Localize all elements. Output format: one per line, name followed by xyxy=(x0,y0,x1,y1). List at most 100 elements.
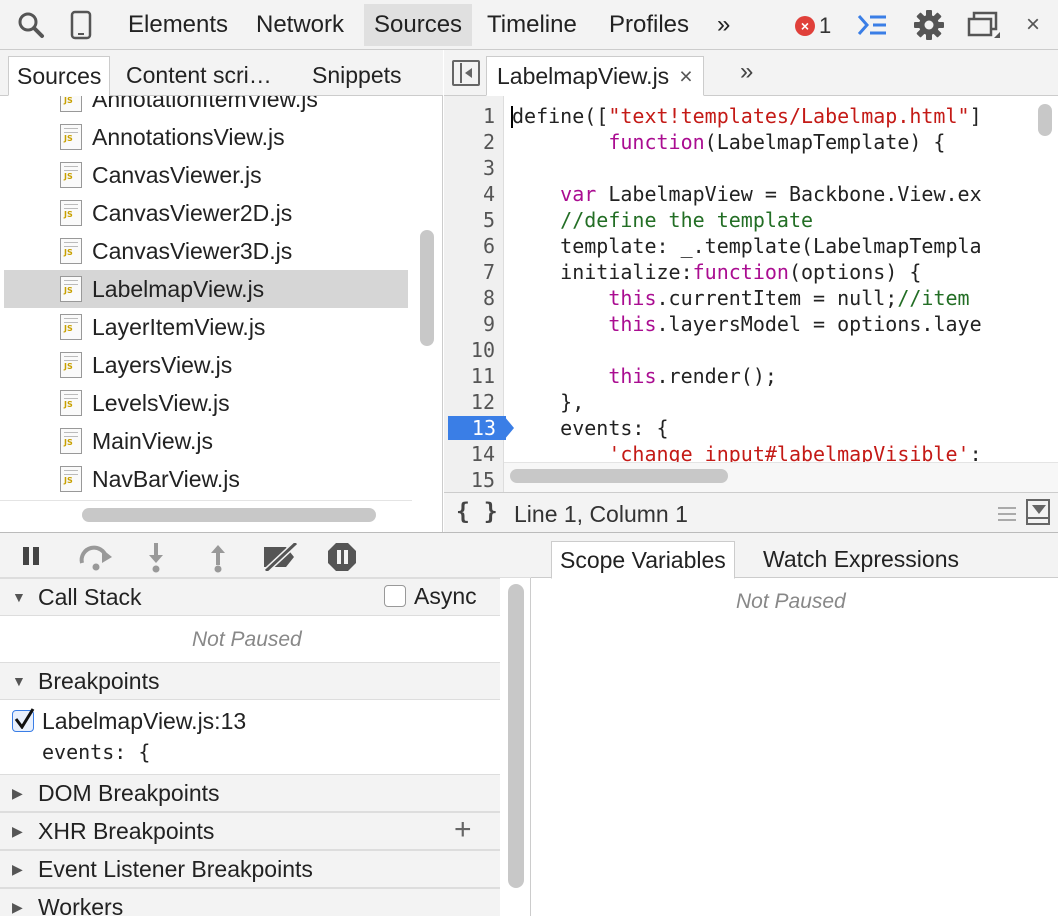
editor-vertical-scrollbar[interactable] xyxy=(1038,104,1052,136)
scope-watch-pane: Scope Variables Watch Expressions Not Pa… xyxy=(531,532,1058,916)
line-number[interactable]: 8 xyxy=(483,286,495,310)
debugger-toolbar xyxy=(0,532,531,578)
collapse-triangle-icon: ▼ xyxy=(12,589,26,605)
file-name: CanvasViewer.js xyxy=(92,161,262,188)
breakpoint-marker[interactable]: 13 xyxy=(448,416,514,440)
tab-scope-variables[interactable]: Scope Variables xyxy=(551,541,735,579)
tab-sources[interactable]: Sources xyxy=(364,4,473,46)
file-item[interactable]: AnnotationsView.js xyxy=(4,118,408,156)
event-listener-breakpoints-header[interactable]: ▶ Event Listener Breakpoints xyxy=(0,850,500,888)
breakpoint-location[interactable]: LabelmapView.js:13 xyxy=(42,708,246,735)
list-icon[interactable] xyxy=(998,505,1016,521)
step-into-icon[interactable] xyxy=(146,541,166,573)
file-item[interactable]: NavBarView.js xyxy=(4,460,408,498)
file-tree: AnnotationItemView.js AnnotationsView.js… xyxy=(0,96,443,532)
line-number[interactable]: 3 xyxy=(483,156,495,180)
file-item[interactable]: MainView.js xyxy=(4,422,408,460)
breakpoint-checkbox[interactable] xyxy=(12,708,35,732)
line-number[interactable]: 2 xyxy=(483,130,495,154)
file-name: LabelmapView.js xyxy=(92,275,265,302)
console-drawer-icon[interactable] xyxy=(855,8,889,42)
line-number[interactable]: 5 xyxy=(483,208,495,232)
step-out-icon[interactable] xyxy=(208,541,228,573)
workers-header[interactable]: ▶ Workers xyxy=(0,888,500,916)
toggle-navigator-icon[interactable] xyxy=(452,60,480,86)
expand-triangle-icon: ▶ xyxy=(12,898,23,915)
file-item[interactable]: CanvasViewer3D.js xyxy=(4,232,408,270)
editor-horizontal-scrollbar[interactable] xyxy=(510,469,728,483)
file-item[interactable]: LevelsView.js xyxy=(4,384,408,422)
dock-side-icon[interactable] xyxy=(966,8,1000,42)
tab-timeline[interactable]: Timeline xyxy=(477,4,587,46)
search-icon[interactable] xyxy=(14,8,48,42)
checkmark-icon xyxy=(14,708,35,729)
line-number[interactable]: 7 xyxy=(483,260,495,284)
vertical-scrollbar[interactable] xyxy=(420,230,434,346)
line-number[interactable]: 10 xyxy=(471,338,495,362)
line-number[interactable]: 1 xyxy=(483,104,495,128)
line-number[interactable]: 15 xyxy=(471,468,495,492)
async-checkbox[interactable] xyxy=(384,585,406,607)
line-number[interactable]: 12 xyxy=(471,390,495,414)
deactivate-breakpoints-icon[interactable] xyxy=(260,543,300,571)
tab-snippets[interactable]: Snippets xyxy=(304,56,410,96)
pause-icon[interactable] xyxy=(22,547,42,565)
js-file-icon xyxy=(60,276,82,302)
breakpoints-header[interactable]: ▼ Breakpoints xyxy=(0,662,500,700)
file-item[interactable]: AnnotationItemView.js xyxy=(4,96,408,118)
file-item-selected[interactable]: LabelmapView.js xyxy=(4,270,408,308)
breakpoint-code: events: { xyxy=(42,740,151,764)
gear-icon[interactable] xyxy=(912,8,946,42)
scope-status: Not Paused xyxy=(736,590,846,613)
dom-breakpoints-header[interactable]: ▶ DOM Breakpoints xyxy=(0,774,500,812)
tab-close-icon[interactable]: × xyxy=(679,63,692,90)
tab-network[interactable]: Network xyxy=(246,4,354,46)
file-item[interactable]: CanvasViewer2D.js xyxy=(4,194,408,232)
horizontal-scrollbar[interactable] xyxy=(82,508,376,522)
code-line: this.currentItem = null;//item xyxy=(608,286,970,310)
step-over-icon[interactable] xyxy=(78,543,114,571)
tab-content-scripts[interactable]: Content scri… xyxy=(118,56,280,96)
debugger-sidebar: ▼ Call Stack Async Not Paused ▼ Breakpoi… xyxy=(0,578,531,916)
error-icon: × xyxy=(795,16,815,36)
js-file-icon xyxy=(60,96,82,112)
line-number[interactable]: 11 xyxy=(471,364,495,388)
code-editor[interactable]: 1 2 3 4 5 6 7 8 9 10 11 12 13 14 15 defi… xyxy=(444,96,1058,492)
call-stack-header[interactable]: ▼ Call Stack Async xyxy=(0,578,500,616)
xhr-breakpoints-header[interactable]: ▶ XHR Breakpoints + xyxy=(0,812,500,850)
close-icon[interactable]: × xyxy=(1016,8,1050,42)
line-number[interactable]: 4 xyxy=(483,182,495,206)
more-editor-tabs-button[interactable]: » xyxy=(740,58,753,86)
tab-elements[interactable]: Elements xyxy=(118,4,238,46)
pretty-print-button[interactable]: { } xyxy=(456,499,498,525)
line-number[interactable]: 9 xyxy=(483,312,495,336)
expand-triangle-icon: ▶ xyxy=(12,784,23,801)
add-xhr-breakpoint-button[interactable]: + xyxy=(454,813,472,847)
file-name: AnnotationItemView.js xyxy=(92,96,318,112)
more-tabs-button[interactable]: » xyxy=(707,4,740,46)
code-line: events: { xyxy=(512,416,669,440)
line-gutter[interactable]: 1 2 3 4 5 6 7 8 9 10 11 12 13 14 15 xyxy=(444,96,514,492)
editor-tabs: LabelmapView.js × » xyxy=(444,50,1058,96)
editor-tab-labelmapview[interactable]: LabelmapView.js × xyxy=(486,56,704,96)
navigator-tabs: Sources Content scri… Snippets xyxy=(0,50,443,96)
sidebar-vertical-scrollbar[interactable] xyxy=(508,584,524,888)
js-file-icon xyxy=(60,238,82,264)
line-number[interactable]: 6 xyxy=(483,234,495,258)
pause-on-exceptions-icon[interactable] xyxy=(326,541,358,573)
file-item[interactable]: CanvasViewer.js xyxy=(4,156,408,194)
toggle-debugger-sidebar-icon[interactable] xyxy=(1026,499,1050,525)
file-item[interactable]: LayerItemView.js xyxy=(4,308,408,346)
js-file-icon xyxy=(60,314,82,340)
tab-sources-navigator[interactable]: Sources xyxy=(8,56,111,96)
error-counter[interactable]: × 1 xyxy=(795,12,831,40)
tab-profiles[interactable]: Profiles xyxy=(599,4,699,46)
device-mode-icon[interactable] xyxy=(64,8,98,42)
call-stack-title: Call Stack xyxy=(38,583,142,610)
collapse-triangle-icon: ▼ xyxy=(12,673,26,689)
text-cursor xyxy=(511,106,513,128)
line-number[interactable]: 14 xyxy=(471,442,495,466)
expand-triangle-icon: ▶ xyxy=(12,822,23,839)
tab-watch-expressions[interactable]: Watch Expressions xyxy=(755,541,967,579)
file-item[interactable]: LayersView.js xyxy=(4,346,408,384)
